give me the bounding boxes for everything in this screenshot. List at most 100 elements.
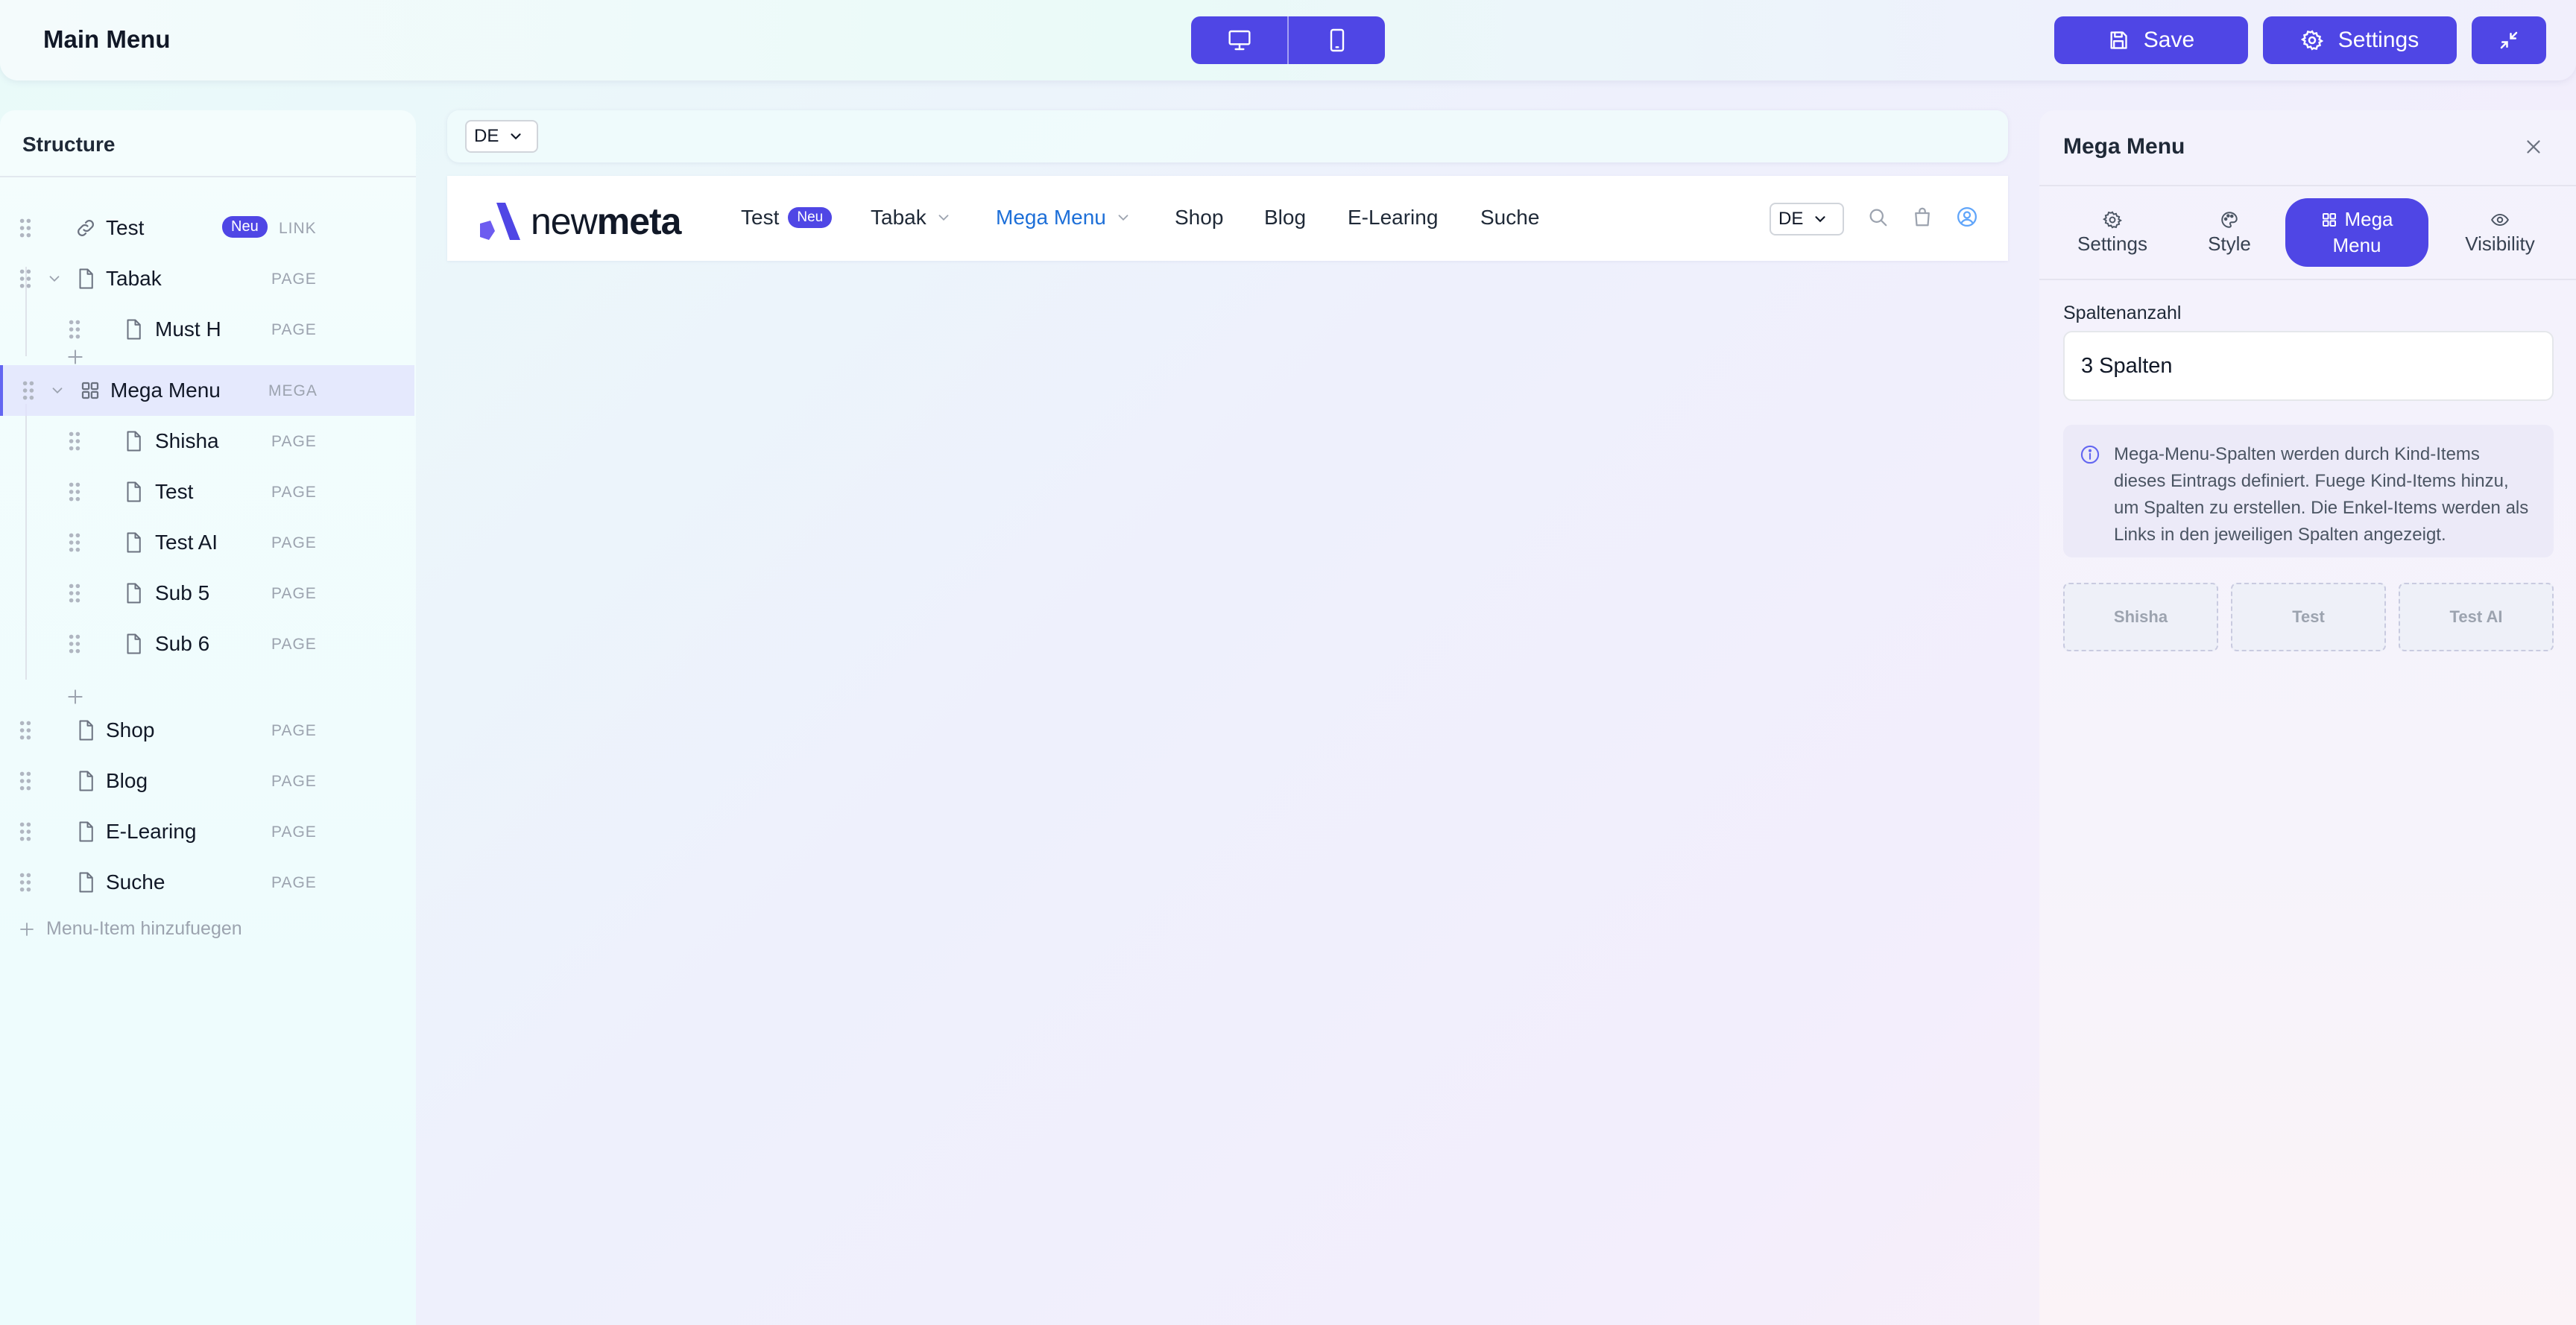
grid-icon [81,382,99,399]
new-badge: Neu [788,207,833,228]
preview-nav-blog[interactable]: Blog [1264,206,1306,230]
shopping-bag-icon[interactable] [1911,206,1933,228]
columns-select[interactable]: 3 Spalten [2063,331,2554,401]
desktop-view-button[interactable] [1191,16,1287,64]
tab-label: Visibility [2465,232,2535,255]
tree-item-type: PAGE [271,874,317,891]
save-icon [2110,31,2127,49]
info-box: Mega-Menu-Spalten werden durch Kind-Item… [2063,425,2554,557]
preview-language-select[interactable]: DE [1770,203,1844,235]
nav-label: E-Learing [1348,206,1439,229]
drag-handle-icon[interactable] [67,583,82,604]
tree-item-label: Test [155,480,194,503]
add-child-icon[interactable] [66,347,85,367]
tree-item-sub-5[interactable]: Sub 5 PAGE [0,568,414,619]
collapse-button[interactable] [2472,16,2546,64]
nav-label: Blog [1264,206,1307,229]
language-value: DE [1778,209,1804,229]
save-button[interactable]: Save [2054,16,2248,64]
menu-preview: newmeta Test Neu Tabak Mega Menu Shop Bl… [447,176,2008,261]
tab-mega-menu[interactable]: Mega Menu [2285,198,2428,267]
tab-settings[interactable]: Settings [2054,198,2171,267]
columns-label: Spaltenanzahl [2063,303,2182,323]
tree-item-blog[interactable]: Blog PAGE [0,756,414,806]
drag-handle-icon[interactable] [18,720,33,741]
language-value: DE [474,126,499,146]
drag-handle-icon[interactable] [67,431,82,452]
grid-icon [2323,212,2337,227]
save-label: Save [2143,28,2195,52]
tree-item-e-learing[interactable]: E-Learing PAGE [0,806,414,857]
preview-nav-suche[interactable]: Suche [1480,206,1539,230]
tree-item-shop[interactable]: Shop PAGE [0,705,414,756]
page-icon [127,532,141,553]
sidebar-title: Structure [22,133,116,156]
preview-nav-shop[interactable]: Shop [1175,206,1223,230]
tree-item-test[interactable]: Test Neu LINK [0,203,414,253]
drag-handle-icon[interactable] [18,771,33,791]
nav-label: Suche [1480,206,1540,229]
drag-handle-icon[interactable] [67,481,82,502]
tree-item-label: Blog [106,769,148,792]
page-icon [127,431,141,452]
tree-item-type: PAGE [271,636,317,653]
drag-handle-icon[interactable] [18,821,33,842]
language-select[interactable]: DE [465,120,538,153]
page-icon [79,771,93,791]
add-menu-item-button[interactable]: Menu-Item hinzufuegen [18,918,242,940]
add-child-icon[interactable] [66,687,85,706]
preview-nav-tabak[interactable]: Tabak [871,206,952,230]
structure-sidebar: Structure Test Neu LINK Tabak PAGE Must … [0,110,416,1325]
drag-handle-icon[interactable] [21,380,36,401]
tab-style[interactable]: Style [2181,198,2278,267]
tab-label: Settings [2077,232,2147,255]
nav-label: Shop [1175,206,1224,229]
tree-item-type: PAGE [271,722,317,739]
close-icon[interactable] [2522,136,2545,158]
search-icon[interactable] [1866,206,1889,228]
panel-title: Mega Menu [2063,134,2185,159]
tree-item-label: Sub 5 [155,581,210,604]
user-icon[interactable] [1956,206,1978,228]
tree-item-shisha[interactable]: Shisha PAGE [0,416,414,467]
drag-handle-icon[interactable] [67,532,82,553]
tree-item-test-child[interactable]: Test PAGE [0,467,414,517]
chevron-down-icon[interactable] [49,382,66,399]
top-bar: Main Menu Save Settings [0,0,2576,80]
tree-item-type: PAGE [271,534,317,551]
drag-handle-icon[interactable] [18,218,33,238]
tree-item-type: PAGE [271,585,317,602]
tree-item-tabak[interactable]: Tabak PAGE [0,253,414,304]
page-icon [79,720,93,741]
tab-visibility[interactable]: Visibility [2437,198,2563,267]
settings-button[interactable]: Settings [2263,16,2457,64]
mobile-view-button[interactable] [1287,16,1385,64]
gear-icon [2300,30,2323,51]
tree-item-test-ai[interactable]: Test AI PAGE [0,517,414,568]
tree-item-mega-menu[interactable]: Mega Menu MEGA [0,365,414,416]
drag-handle-icon[interactable] [18,872,33,893]
page-icon [127,319,141,340]
chevron-down-icon [1815,216,1825,223]
drag-handle-icon[interactable] [67,319,82,340]
logo-mark-icon [480,203,520,240]
tree-item-type: LINK [279,220,317,237]
drag-handle-icon[interactable] [67,633,82,654]
chevron-down-icon[interactable] [46,271,63,287]
tree-item-must-h[interactable]: Must H PAGE [0,304,414,355]
tab-label: Style [2208,232,2251,255]
preview-nav-mega-menu[interactable]: Mega Menu [996,206,1131,230]
columns-value: 3 Spalten [2081,353,2173,378]
tree-item-sub-6[interactable]: Sub 6 PAGE [0,619,414,669]
tree-item-label: E-Learing [106,820,197,843]
tree-item-suche[interactable]: Suche PAGE [0,857,414,908]
tree-item-type: MEGA [268,382,318,399]
page-title: Main Menu [43,25,171,53]
tree-item-type: PAGE [271,321,317,338]
drag-handle-icon[interactable] [18,268,33,289]
nav-label: Mega Menu [996,206,1106,229]
nav-label: Test [741,206,780,229]
page-icon [127,633,141,654]
preview-nav-e-learing[interactable]: E-Learing [1348,206,1438,230]
preview-nav-test[interactable]: Test Neu [741,206,833,230]
